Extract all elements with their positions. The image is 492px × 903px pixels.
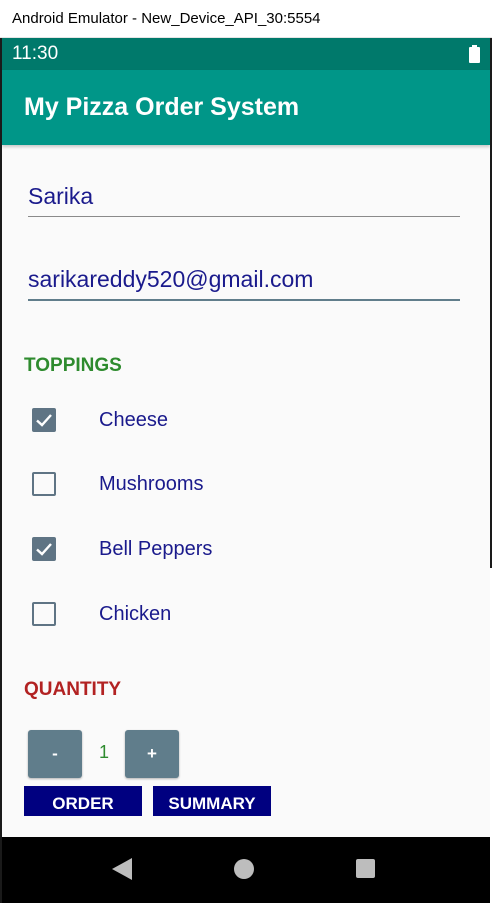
topping-cheese[interactable]: Cheese <box>32 404 452 436</box>
toppings-heading: TOPPINGS <box>24 355 122 376</box>
window-title: Android Emulator - New_Device_API_30:555… <box>12 10 321 27</box>
name-field-value: Sarika <box>28 183 94 209</box>
app-title: My Pizza Order System <box>24 93 300 121</box>
back-triangle-icon[interactable] <box>112 858 132 880</box>
quantity-value: 1 <box>98 742 109 762</box>
topping-chicken[interactable]: Chicken <box>32 598 452 630</box>
window-titlebar: Android Emulator - New_Device_API_30:555… <box>0 0 492 38</box>
topping-label: Chicken <box>99 602 172 625</box>
status-bar: 11:30 <box>2 38 490 70</box>
topping-label: Cheese <box>99 408 168 431</box>
checkbox-icon[interactable] <box>32 408 56 432</box>
checkbox-icon[interactable] <box>32 602 56 626</box>
status-time: 11:30 <box>12 43 59 64</box>
home-circle-icon[interactable] <box>234 859 254 879</box>
quantity-heading: QUANTITY <box>24 679 122 700</box>
email-field-value: sarikareddy520@gmail.com <box>28 266 314 292</box>
decrement-button[interactable]: - <box>28 730 82 778</box>
email-field[interactable]: sarikareddy520@gmail.com <box>28 266 460 301</box>
topping-mushrooms[interactable]: Mushrooms <box>32 468 452 500</box>
increment-button[interactable]: + <box>125 730 179 778</box>
topping-label: Bell Peppers <box>99 537 213 560</box>
app-bar: My Pizza Order System <box>2 70 490 145</box>
name-field[interactable]: Sarika <box>28 183 460 217</box>
device-screen: 11:30 My Pizza Order System Sarika sarik… <box>2 38 490 903</box>
topping-label: Mushrooms <box>99 472 204 495</box>
checkbox-icon[interactable] <box>32 537 56 561</box>
topping-bell-peppers[interactable]: Bell Peppers <box>32 533 452 565</box>
checkbox-icon[interactable] <box>32 472 56 496</box>
recent-square-icon[interactable] <box>356 859 375 878</box>
order-button[interactable]: ORDER <box>24 786 142 816</box>
battery-full-icon <box>469 45 480 63</box>
navigation-bar <box>2 837 490 903</box>
summary-button[interactable]: SUMMARY <box>153 786 271 816</box>
